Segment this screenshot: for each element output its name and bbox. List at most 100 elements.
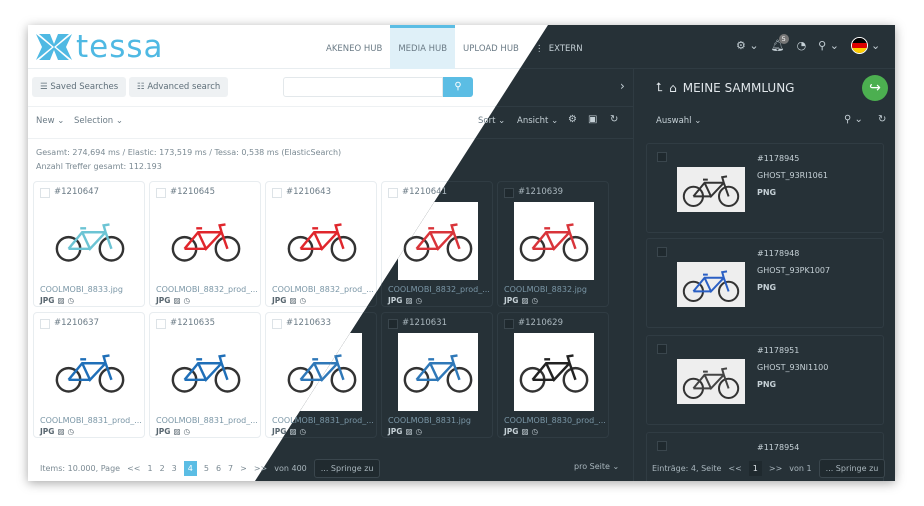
expand-panel-arrow[interactable]: › xyxy=(620,79,625,93)
asset-checkbox[interactable] xyxy=(272,319,282,329)
asset-filename[interactable]: COOLMOBI_8831_prod_... xyxy=(156,416,260,425)
asset-filename[interactable]: COOLMOBI_8832_prod_... xyxy=(156,285,260,294)
advanced-search-button[interactable]: ☷ Advanced search xyxy=(129,77,229,97)
dashboard-gauge-icon[interactable]: ◔ xyxy=(797,39,807,52)
collection-item[interactable]: #1178948 GHOST_93PK1007 PNG xyxy=(646,238,884,328)
refresh-icon[interactable]: ↻ xyxy=(878,114,886,125)
next-page-button[interactable]: > xyxy=(240,464,247,473)
collection-item-thumbnail[interactable] xyxy=(677,167,745,212)
tessa-logo[interactable]: tessa xyxy=(36,31,164,63)
page-button-active[interactable]: 4 xyxy=(183,461,197,476)
asset-checkbox[interactable] xyxy=(156,188,166,198)
asset-filename[interactable]: COOLMOBI_8831.jpg xyxy=(388,416,492,425)
collection-selection-dropdown[interactable]: Auswahl ⌄ xyxy=(656,116,701,126)
asset-card[interactable]: #1210637 COOLMOBI_8831_prod_... JPG▨◷ xyxy=(33,312,145,438)
asset-filename[interactable]: COOLMOBI_8831_prod_... xyxy=(40,416,144,425)
notification-badge: 5 xyxy=(778,34,789,44)
per-page-dropdown[interactable]: pro Seite ⌄ xyxy=(574,462,619,471)
asset-filename[interactable]: COOLMOBI_8830_prod_... xyxy=(504,416,608,425)
asset-filename[interactable]: COOLMOBI_8832_prod_... xyxy=(388,285,492,294)
selection-label: Selection xyxy=(74,116,114,126)
asset-card[interactable]: #1210639 COOLMOBI_8832.jpg JPG▨◷ xyxy=(497,181,609,307)
collection-item-id: #1178951 xyxy=(757,346,800,355)
collection-item-checkbox[interactable] xyxy=(657,247,667,257)
asset-meta: JPG▨◷ xyxy=(504,427,538,436)
collection-item-thumbnail[interactable] xyxy=(677,262,745,307)
saved-searches-button[interactable]: ☰ Saved Searches xyxy=(32,77,127,97)
asset-thumbnail[interactable] xyxy=(166,202,246,280)
collection-search-dropdown[interactable]: ⚲ ⌄ xyxy=(844,114,863,125)
nav-upload-hub[interactable]: UPLOAD HUB xyxy=(455,25,527,69)
asset-checkbox[interactable] xyxy=(388,188,398,198)
asset-checkbox[interactable] xyxy=(40,319,50,329)
asset-thumbnail[interactable] xyxy=(282,202,362,280)
asset-thumbnail[interactable] xyxy=(166,333,246,411)
view-dropdown[interactable]: Ansicht ⌄ xyxy=(517,116,558,126)
asset-card[interactable]: #1210629 COOLMOBI_8830_prod_... JPG▨◷ xyxy=(497,312,609,438)
user-dropdown[interactable]: ⚲ ⌄ xyxy=(818,39,839,52)
page-button-active[interactable]: 1 xyxy=(748,461,762,476)
asset-filename[interactable]: COOLMOBI_8832.jpg xyxy=(504,285,608,294)
page-button[interactable]: 2 xyxy=(160,464,165,473)
page-button[interactable]: 5 xyxy=(204,464,209,473)
asset-filename[interactable]: COOLMOBI_8832_prod_... xyxy=(272,285,376,294)
collection-item-id: #1178954 xyxy=(757,443,800,452)
nav-akeneo-hub[interactable]: AKENEO HUB xyxy=(318,25,390,69)
more-vertical-icon: ⋮ xyxy=(534,44,549,54)
asset-checkbox[interactable] xyxy=(156,319,166,329)
entries-count: Einträge: 4, Seite xyxy=(652,464,722,473)
asset-thumbnail[interactable] xyxy=(514,333,594,411)
collection-item-thumbnail[interactable] xyxy=(677,359,745,404)
asset-thumbnail[interactable] xyxy=(50,333,130,411)
jump-to-page-input[interactable]: ... Springe zu xyxy=(313,459,381,478)
asset-checkbox[interactable] xyxy=(504,319,514,329)
briefcase-icon[interactable]: ▣ xyxy=(588,114,597,125)
asset-checkbox[interactable] xyxy=(272,188,282,198)
asset-thumbnail[interactable] xyxy=(514,202,594,280)
jump-to-page-input[interactable]: ... Springe zu xyxy=(818,459,886,478)
bike-image xyxy=(403,354,473,393)
basket-icon[interactable]: ⌂ xyxy=(669,81,677,95)
asset-card[interactable]: #1210645 COOLMOBI_8832_prod_... JPG▨◷ xyxy=(149,181,261,307)
clock-icon: ◷ xyxy=(183,427,191,436)
page-button[interactable]: 7 xyxy=(228,464,233,473)
asset-card[interactable]: #1210635 COOLMOBI_8831_prod_... JPG▨◷ xyxy=(149,312,261,438)
collection-item-checkbox[interactable] xyxy=(657,344,667,354)
page-button[interactable]: 3 xyxy=(172,464,177,473)
clock-icon: ◷ xyxy=(67,427,75,436)
settings-dropdown[interactable]: ⚙ ⌄ xyxy=(736,39,759,52)
asset-checkbox[interactable] xyxy=(40,188,50,198)
page-button[interactable]: 6 xyxy=(216,464,221,473)
gear-icon[interactable]: ⚙ xyxy=(568,114,577,125)
nav-media-hub[interactable]: MEDIA HUB xyxy=(390,25,456,69)
first-page-button[interactable]: << xyxy=(127,464,140,473)
asset-card[interactable]: #1210647 COOLMOBI_8833.jpg JPG▨◷ xyxy=(33,181,145,307)
page-button[interactable]: 1 xyxy=(147,464,152,473)
upload-arrow-icon[interactable]: ⮤ xyxy=(656,80,663,95)
asset-thumbnail[interactable] xyxy=(398,333,478,411)
chevron-down-icon: ⌄ xyxy=(870,39,881,52)
asset-checkbox[interactable] xyxy=(504,188,514,198)
collection-item[interactable]: #1178951 GHOST_93NI1100 PNG xyxy=(646,335,884,425)
new-dropdown[interactable]: New ⌄ xyxy=(36,116,64,126)
share-button[interactable]: ↪ xyxy=(862,75,888,101)
file-type: JPG xyxy=(388,427,403,436)
search-input[interactable] xyxy=(283,77,443,97)
file-type: JPG xyxy=(272,427,287,436)
asset-card[interactable]: #1210631 COOLMOBI_8831.jpg JPG▨◷ xyxy=(381,312,493,438)
asset-filename[interactable]: COOLMOBI_8833.jpg xyxy=(40,285,144,294)
asset-checkbox[interactable] xyxy=(388,319,398,329)
selection-dropdown[interactable]: Selection ⌄ xyxy=(74,116,123,126)
search-button[interactable]: ⚲ xyxy=(443,77,473,97)
next-page-button[interactable]: >> xyxy=(769,464,782,473)
asset-card[interactable]: #1210643 COOLMOBI_8832_prod_... JPG▨◷ xyxy=(265,181,377,307)
asset-thumbnail[interactable] xyxy=(50,202,130,280)
collection-item-checkbox[interactable] xyxy=(657,152,667,162)
collection-item[interactable]: #1178945 GHOST_93RI1061 PNG xyxy=(646,143,884,233)
collection-item-checkbox[interactable] xyxy=(657,441,667,451)
notifications-button[interactable]: 🔔︎5 xyxy=(771,34,789,52)
asset-meta: JPG▨◷ xyxy=(40,296,74,305)
refresh-icon[interactable]: ↻ xyxy=(610,114,618,125)
language-dropdown[interactable]: ⌄ xyxy=(850,37,881,54)
first-page-button[interactable]: << xyxy=(728,464,741,473)
